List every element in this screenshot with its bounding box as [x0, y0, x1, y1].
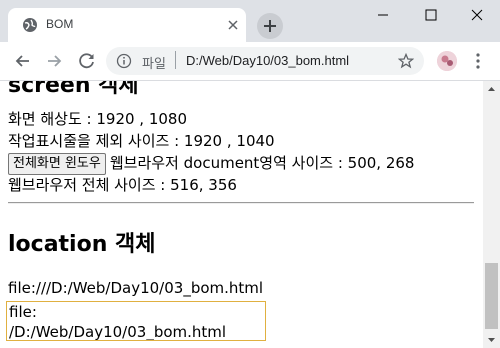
- close-tab-icon[interactable]: [226, 18, 240, 32]
- browser-size-text: 웹브라우저 전체 사이즈 : 516, 356: [8, 176, 237, 194]
- location-pathname-text: /D:/Web/Day10/03_bom.html: [9, 323, 227, 341]
- browser-toolbar: 파일 D:/Web/Day10/03_bom.html: [0, 42, 500, 81]
- screen-heading: screen 객체: [8, 81, 139, 98]
- tab-title: BOM: [46, 17, 74, 31]
- tab-bom[interactable]: BOM: [8, 8, 246, 42]
- vertical-scrollbar[interactable]: [483, 81, 500, 348]
- minimize-button[interactable]: [360, 0, 406, 30]
- location-output-box: file: /D:/Web/Day10/03_bom.html: [6, 301, 266, 341]
- info-icon[interactable]: [116, 53, 132, 69]
- globe-icon: [23, 18, 37, 32]
- location-href-text: file:///D:/Web/Day10/03_bom.html: [8, 279, 264, 297]
- scroll-down-arrow-icon[interactable]: [483, 331, 500, 348]
- back-arrow-icon[interactable]: [12, 50, 34, 72]
- maximize-button[interactable]: [408, 0, 454, 30]
- tab-strip: BOM: [0, 0, 500, 42]
- scrollbar-thumb[interactable]: [485, 263, 498, 329]
- url-divider: [175, 51, 176, 69]
- profile-avatar[interactable]: [437, 51, 457, 71]
- forward-arrow-icon[interactable]: [43, 50, 65, 72]
- more-menu-icon[interactable]: [470, 52, 486, 70]
- address-bar[interactable]: 파일 D:/Web/Day10/03_bom.html: [106, 47, 424, 75]
- bookmark-star-icon[interactable]: [398, 53, 414, 69]
- new-tab-button[interactable]: [257, 13, 283, 39]
- location-protocol-text: file:: [9, 303, 37, 321]
- document-size-line: 전체화면 윈도우 웹브라우저 document영역 사이즈 : 500, 268: [8, 152, 414, 175]
- reload-icon[interactable]: [76, 50, 98, 72]
- avail-size-text: 작업표시줄을 제외 사이즈 : 1920 , 1040: [8, 132, 275, 150]
- document-size-text: 웹브라우저 document영역 사이즈 : 500, 268: [109, 154, 415, 172]
- page-content: screen 객체 화면 해상도 : 1920 , 1080 작업표시줄을 제외…: [0, 81, 483, 348]
- url-text[interactable]: D:/Web/Day10/03_bom.html: [186, 53, 349, 68]
- plus-icon: [264, 20, 276, 32]
- scroll-up-arrow-icon[interactable]: [483, 81, 500, 98]
- horizontal-divider: [8, 202, 474, 204]
- screen-resolution-text: 화면 해상도 : 1920 , 1080: [8, 110, 188, 128]
- avatar-image: [437, 51, 457, 71]
- close-window-button[interactable]: [454, 0, 500, 30]
- url-scheme-label: 파일: [142, 56, 166, 71]
- browser-window: BOM 파일 D:/Web/Day10/03_bom.html screen 객…: [0, 0, 500, 348]
- fullscreen-window-button[interactable]: 전체화면 윈도우: [8, 152, 106, 175]
- location-heading: location 객체: [8, 232, 156, 257]
